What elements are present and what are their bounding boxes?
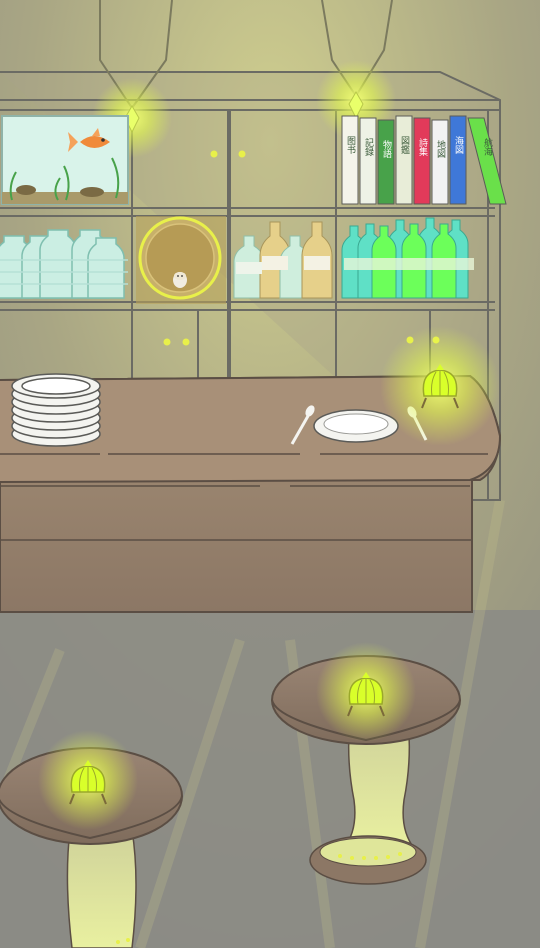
book-spine — [377, 119, 395, 205]
glass-jars — [0, 229, 128, 299]
small-figure-icon — [173, 272, 187, 288]
aquarium — [1, 115, 129, 205]
book-title: 詩集 — [417, 137, 428, 157]
book-spine — [341, 115, 359, 205]
book-title: 图书 — [345, 136, 356, 155]
book-spine — [413, 117, 431, 205]
book-spine — [359, 117, 377, 205]
book-title: 航海 — [482, 137, 493, 157]
book-title: 地図 — [435, 139, 446, 159]
book-spine — [395, 115, 413, 205]
book-title: 記録 — [363, 137, 374, 156]
round-drum — [136, 216, 226, 304]
book-title: 図鑑 — [399, 136, 410, 154]
stacked-plates — [11, 373, 101, 447]
book-title: 物語 — [381, 139, 392, 159]
book-spine — [449, 115, 467, 205]
book-title: 海図 — [453, 135, 464, 155]
bar-scene: 图书 記録 物語 図鑑 詩集 地図 海図 航海 — [0, 0, 540, 948]
book-spine — [431, 119, 449, 205]
